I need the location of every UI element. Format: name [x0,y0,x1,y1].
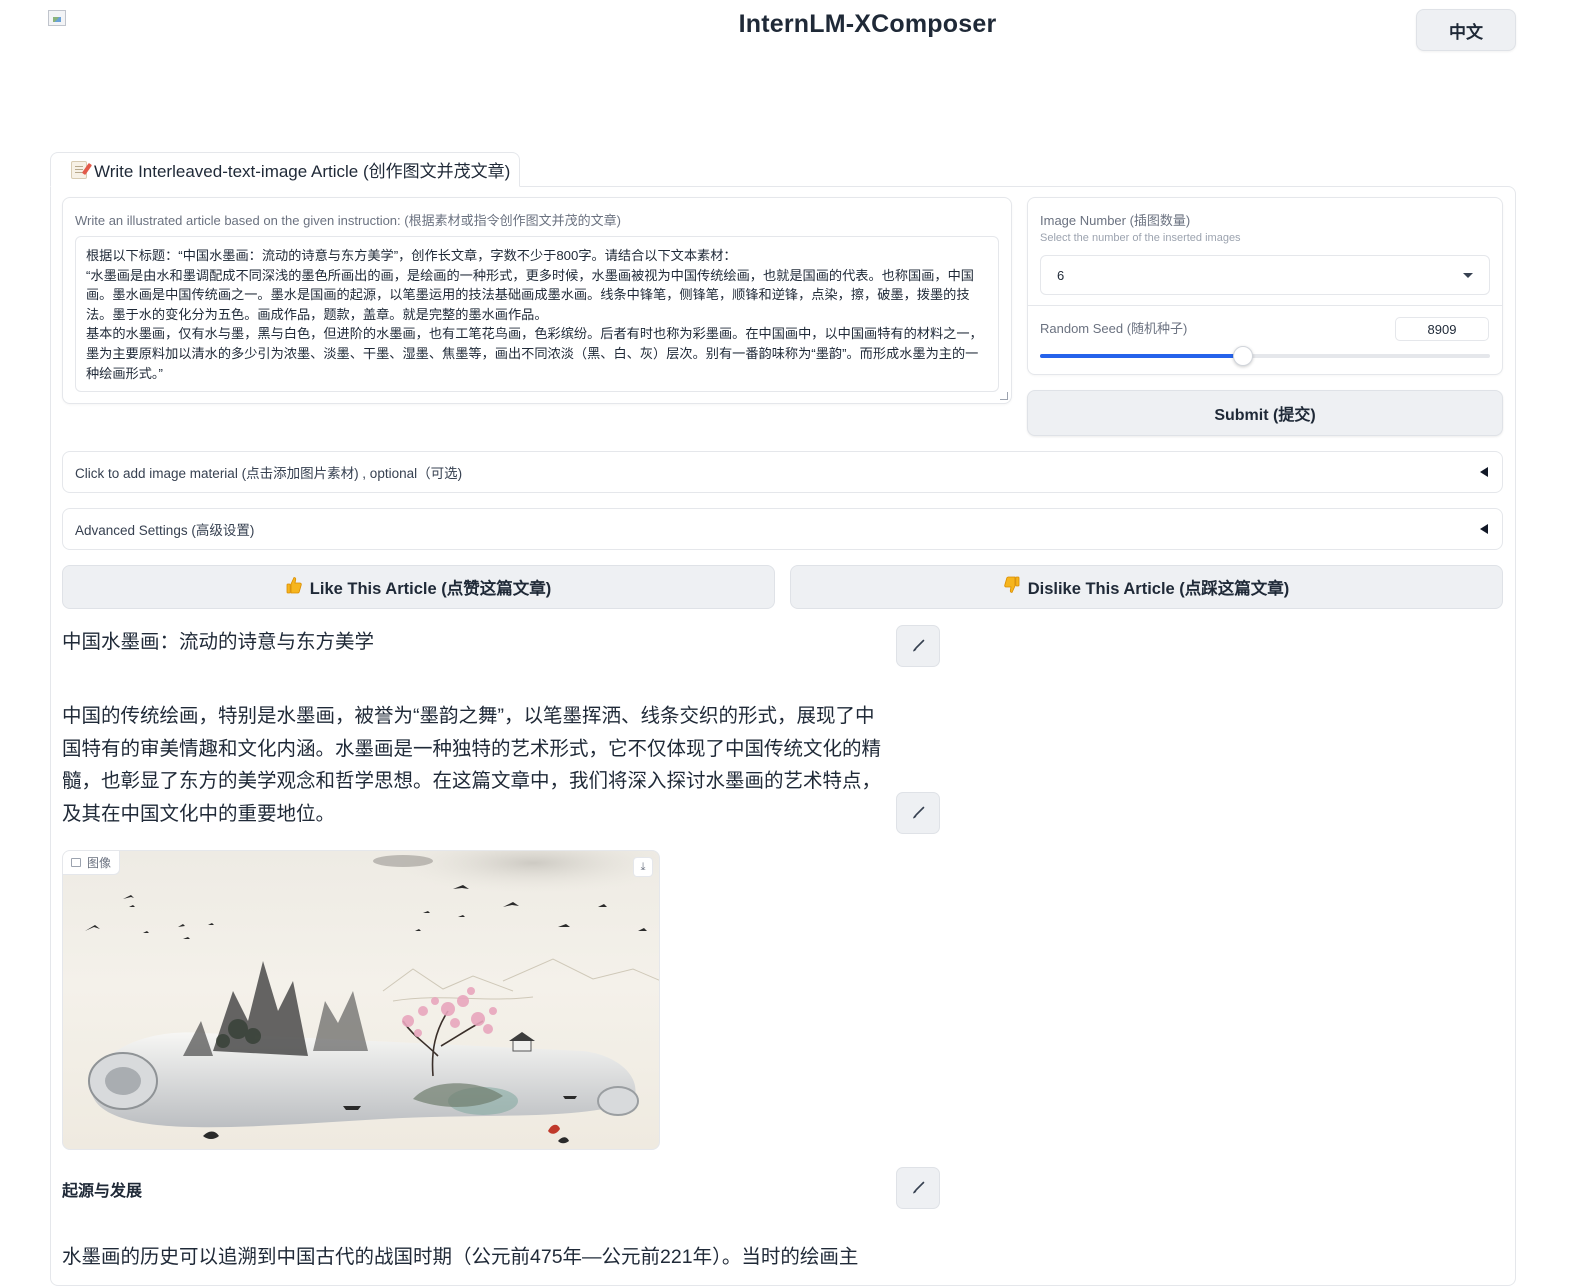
chevron-down-icon [1463,272,1473,278]
article-title: 中国水墨画：流动的诗意与东方美学 [62,631,375,653]
download-icon[interactable]: ⤓ [633,857,653,877]
triangle-left-icon [1480,524,1488,534]
thumbs-down-icon [1003,576,1020,599]
image-material-label: Click to add image material (点击添加图片素材) ,… [75,466,463,481]
tab-write-article[interactable]: Write Interleaved-text-image Article (创作… [50,152,520,187]
image-number-select[interactable]: 6 [1040,255,1490,295]
advanced-settings-accordion[interactable]: Advanced Settings (高级设置) [62,508,1503,550]
like-button[interactable]: Like This Article (点赞这篇文章) [62,565,775,609]
advanced-settings-label: Advanced Settings (高级设置) [75,523,255,538]
instruction-label: Write an illustrated article based on th… [75,213,621,228]
triangle-left-icon [1480,467,1488,477]
image-tag-label: 图像 [87,856,112,870]
article-paragraph: 中国的传统绘画，特别是水墨画，被誉为“墨韵之舞”，以笔墨挥洒、线条交织的形式，展… [62,705,882,825]
random-seed-input[interactable]: 8909 [1395,317,1489,341]
app-title: InternLM-XComposer [738,10,997,38]
slider-fill [1040,354,1243,358]
brush-icon [913,639,925,652]
edit-button[interactable] [896,625,940,667]
slider-thumb[interactable] [1232,346,1253,366]
image-number-label: Image Number (插图数量) [1040,213,1191,228]
submit-button[interactable]: Submit (提交) [1027,390,1503,436]
image-tag: 图像 [63,851,121,875]
instruction-textarea[interactable]: 根据以下标题：“中国水墨画：流动的诗意与东方美学”，创作长文章，字数不少于800… [75,236,999,392]
resize-handle-icon[interactable] [1000,392,1008,400]
memo-icon [71,160,87,179]
thumbs-up-icon [286,576,302,599]
article-paragraph: 水墨画的历史可以追溯到中国古代的战国时期（公元前475年—公元前221年）。当时… [62,1246,859,1268]
image-number-description: Select the number of the inserted images [1040,232,1241,244]
edit-button[interactable] [896,1167,940,1209]
random-seed-slider[interactable] [1040,346,1490,366]
brush-icon [913,1181,925,1194]
random-seed-label: Random Seed (随机种子) [1040,321,1188,336]
brush-icon [913,806,925,819]
divider [1028,305,1502,306]
like-label: Like This Article (点赞这篇文章) [309,580,552,598]
edit-button[interactable] [896,792,940,834]
dislike-label: Dislike This Article (点踩这篇文章) [1027,580,1290,598]
section-heading: 起源与发展 [62,1183,143,1200]
instruction-box: Write an illustrated article based on th… [62,197,1012,404]
image-number-value: 6 [1057,267,1065,283]
language-button[interactable]: 中文 [1416,9,1516,51]
image-material-accordion[interactable]: Click to add image material (点击添加图片素材) ,… [62,451,1503,493]
settings-box: Image Number (插图数量) Select the number of… [1027,197,1503,375]
article-image: 图像 ⤓ [62,850,660,1150]
dislike-button[interactable]: Dislike This Article (点踩这篇文章) [790,565,1503,609]
tab-label: Write Interleaved-text-image Article (创作… [94,162,511,181]
image-icon [71,858,81,867]
ink-painting-image [85,851,659,1144]
